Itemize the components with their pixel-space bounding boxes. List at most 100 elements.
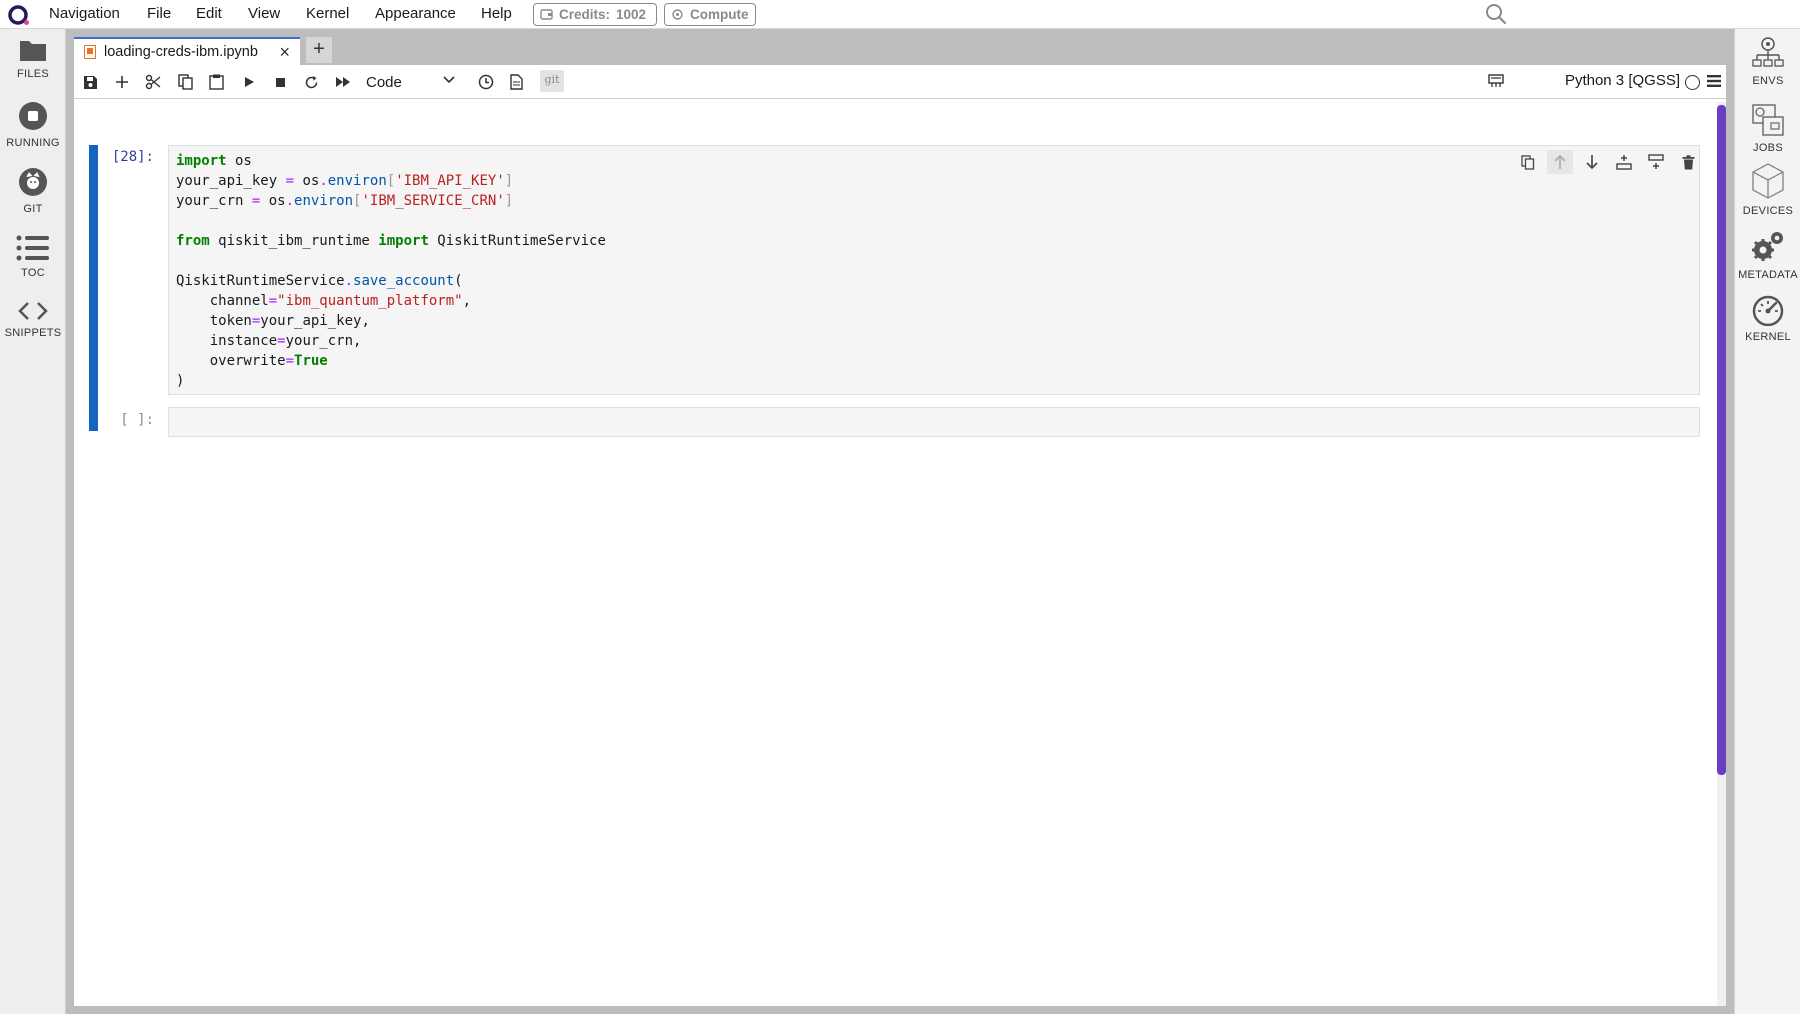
- sidebar-item-files[interactable]: FILES: [0, 38, 66, 80]
- copy-icon: [177, 74, 193, 90]
- restart-icon: [305, 75, 317, 88]
- move-up-button[interactable]: [1547, 150, 1573, 174]
- sidebar-item-jobs[interactable]: JOBS: [1735, 103, 1800, 154]
- sidebar-label: JOBS: [1753, 142, 1783, 154]
- document-button[interactable]: [506, 72, 526, 92]
- play-icon: [245, 77, 254, 87]
- sidebar-item-running[interactable]: RUNNING: [0, 101, 66, 149]
- copy-button[interactable]: [175, 72, 195, 92]
- sidebar-label: TOC: [21, 267, 45, 279]
- menu-file[interactable]: File: [147, 5, 171, 22]
- menu-kernel[interactable]: Kernel: [306, 5, 349, 22]
- code-cell-editor[interactable]: [168, 407, 1700, 437]
- kernel-name[interactable]: Python 3 [QGSS]: [1565, 72, 1680, 89]
- plus-icon: [116, 76, 128, 88]
- notebook-panel: Code git Python 3 [QGSS] [28]: import os…: [74, 65, 1726, 1006]
- sidebar-item-metadata[interactable]: METADATA: [1735, 230, 1800, 281]
- compute-label: Compute: [690, 7, 749, 22]
- duplicate-icon: [1521, 154, 1535, 170]
- sidebar-item-toc[interactable]: TOC: [0, 235, 66, 279]
- fast-forward-icon: [336, 77, 350, 87]
- sidebar-item-git[interactable]: GIT: [0, 167, 66, 215]
- run-button[interactable]: [239, 72, 259, 92]
- list-icon: [16, 235, 49, 261]
- sidebar-label: SNIPPETS: [4, 327, 62, 339]
- paste-icon: [208, 74, 224, 90]
- compute-button[interactable]: Compute: [664, 3, 756, 26]
- sidebar-item-kernel[interactable]: KERNEL: [1735, 294, 1800, 343]
- document-icon: [509, 74, 523, 90]
- arrow-down-icon: [1586, 155, 1598, 170]
- run-all-button[interactable]: [333, 72, 353, 92]
- left-sidebar: FILES RUNNING GIT TOC SNIPPETS: [0, 29, 66, 1014]
- menu-view[interactable]: View: [248, 5, 280, 22]
- code-brackets-icon: [18, 302, 48, 320]
- compute-gear-icon: [672, 9, 683, 20]
- app-logo-icon[interactable]: [8, 4, 30, 26]
- add-cell-button[interactable]: [112, 72, 132, 92]
- sidebar-label: METADATA: [1738, 269, 1798, 281]
- menu-edit[interactable]: Edit: [196, 5, 222, 22]
- sidebar-item-devices[interactable]: DEVICES: [1735, 162, 1800, 217]
- cell-type-select[interactable]: Code: [366, 71, 460, 93]
- tab-notebook[interactable]: loading-creds-ibm.ipynb ×: [74, 37, 300, 65]
- vertical-scrollbar[interactable]: [1717, 102, 1726, 1006]
- close-icon[interactable]: ×: [279, 42, 290, 63]
- cell-prompt: [ ]:: [120, 412, 154, 428]
- save-button[interactable]: [80, 72, 100, 92]
- tab-title: loading-creds-ibm.ipynb: [104, 44, 258, 60]
- duplicate-cell-button[interactable]: [1515, 150, 1541, 174]
- gauge-icon: [1752, 295, 1784, 326]
- interrupt-button[interactable]: [270, 72, 290, 92]
- wallet-icon: [540, 9, 553, 20]
- code-cell-editor[interactable]: import os your_api_key = os.environ['IBM…: [168, 145, 1700, 395]
- scissors-icon: [145, 74, 161, 90]
- new-tab-button[interactable]: +: [306, 37, 332, 63]
- sidebar-label: KERNEL: [1745, 331, 1791, 343]
- right-sidebar: ENVS JOBS DEVICES METADATA KERNEL: [1734, 29, 1800, 1014]
- credits-label: Credits:: [559, 7, 611, 22]
- clock-icon: [478, 74, 494, 90]
- insert-below-button[interactable]: [1643, 150, 1669, 174]
- environment-icon: [1752, 37, 1784, 67]
- stop-circle-icon: [19, 102, 47, 130]
- code-content[interactable]: import os your_api_key = os.environ['IBM…: [176, 151, 606, 391]
- restart-button[interactable]: [301, 72, 321, 92]
- insert-below-icon: [1648, 154, 1664, 169]
- sidebar-label: FILES: [16, 68, 50, 80]
- save-icon: [83, 75, 97, 89]
- kernel-idle-indicator: [1685, 75, 1700, 90]
- paste-button[interactable]: [206, 72, 226, 92]
- credits-value: 1002: [616, 7, 647, 22]
- menu-navigation[interactable]: Navigation: [49, 5, 120, 22]
- main-area: loading-creds-ibm.ipynb × + Code git Pyt…: [66, 29, 1734, 1014]
- hamburger-menu-icon[interactable]: [1706, 74, 1722, 88]
- sidebar-label: RUNNING: [6, 137, 60, 149]
- delete-cell-button[interactable]: [1675, 150, 1701, 174]
- gears-icon: [1752, 232, 1783, 261]
- credits-badge[interactable]: Credits: 1002: [533, 3, 657, 26]
- tab-bar: loading-creds-ibm.ipynb × +: [66, 29, 1734, 65]
- active-cell-indicator: [89, 145, 98, 431]
- cube-icon: [1752, 163, 1784, 199]
- notebook-icon: [84, 45, 96, 59]
- history-button[interactable]: [476, 72, 496, 92]
- scrollbar-thumb[interactable]: [1717, 105, 1726, 775]
- insert-above-button[interactable]: [1611, 150, 1637, 174]
- sidebar-item-snippets[interactable]: SNIPPETS: [0, 301, 66, 339]
- stop-icon: [275, 77, 285, 87]
- menu-appearance[interactable]: Appearance: [375, 5, 456, 22]
- sidebar-label: GIT: [23, 203, 43, 215]
- search-icon[interactable]: [1484, 2, 1508, 26]
- menu-help[interactable]: Help: [481, 5, 512, 22]
- sidebar-item-envs[interactable]: ENVS: [1735, 34, 1800, 87]
- notebook-toolbar: Code git Python 3 [QGSS]: [74, 65, 1726, 99]
- move-down-button[interactable]: [1579, 150, 1605, 174]
- arrow-up-icon: [1554, 154, 1566, 169]
- jobs-icon: [1752, 104, 1784, 136]
- cut-button[interactable]: [143, 72, 163, 92]
- kernel-status-icon[interactable]: [1488, 73, 1504, 89]
- sidebar-label: DEVICES: [1742, 205, 1794, 217]
- trash-icon: [1682, 154, 1694, 169]
- git-button[interactable]: git: [540, 70, 564, 92]
